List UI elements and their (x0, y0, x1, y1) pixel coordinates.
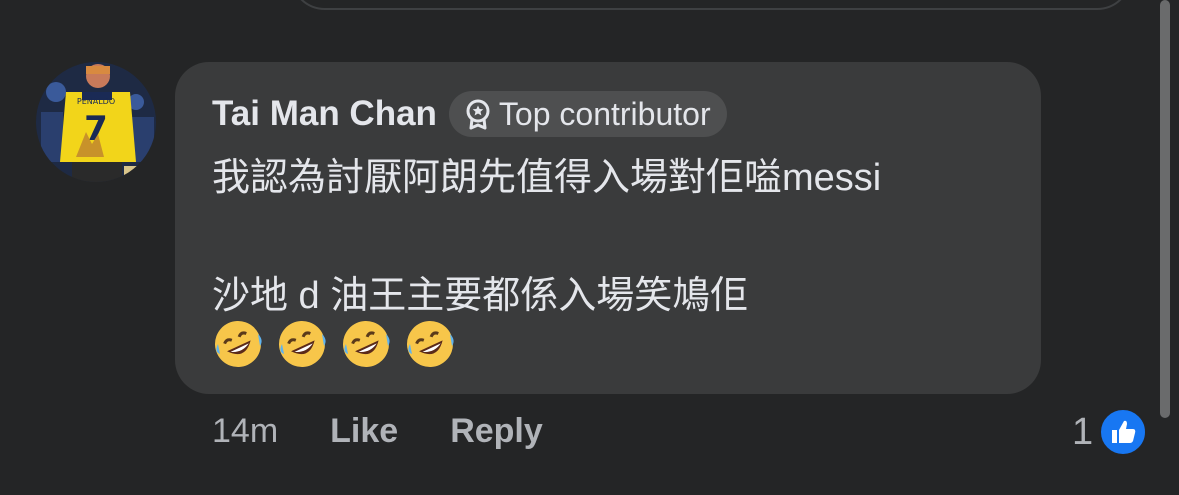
svg-text:PENALDO: PENALDO (77, 97, 115, 106)
avatar[interactable]: PENALDO 7 (36, 62, 156, 182)
scrollbar[interactable] (1160, 0, 1170, 418)
comment-header: Tai Man Chan Top contributor (212, 90, 727, 138)
like-button[interactable]: Like (330, 412, 398, 451)
rolling-on-floor-laughing-icon (215, 321, 262, 367)
reaction-summary[interactable]: 1 (1072, 408, 1148, 456)
badge-label: Top contributor (498, 95, 711, 132)
rolling-on-floor-laughing-icon (279, 321, 326, 367)
previous-comment-input[interactable] (290, 0, 1132, 10)
comment-thread: PENALDO 7 Tai Man Chan Top contributor 我… (0, 0, 1179, 495)
like-reaction-icon (1099, 408, 1148, 456)
comment-actions: 14m Like Reply (212, 412, 543, 451)
author-name[interactable]: Tai Man Chan (212, 94, 437, 134)
emoji-row (212, 318, 456, 370)
reply-button[interactable]: Reply (450, 412, 543, 451)
timestamp[interactable]: 14m (212, 412, 278, 451)
rolling-on-floor-laughing-icon (407, 321, 454, 367)
comment-text-line: 沙地 d 油王主要都係入場笑鳩佢 (212, 275, 749, 317)
top-contributor-badge[interactable]: Top contributor (448, 91, 727, 137)
reaction-count: 1 (1072, 410, 1094, 453)
top-contributor-icon (466, 99, 490, 130)
comment-text-line: 我認為討厭阿朗先值得入場對佢嗌messi (212, 157, 882, 199)
rolling-on-floor-laughing-icon (343, 321, 390, 367)
